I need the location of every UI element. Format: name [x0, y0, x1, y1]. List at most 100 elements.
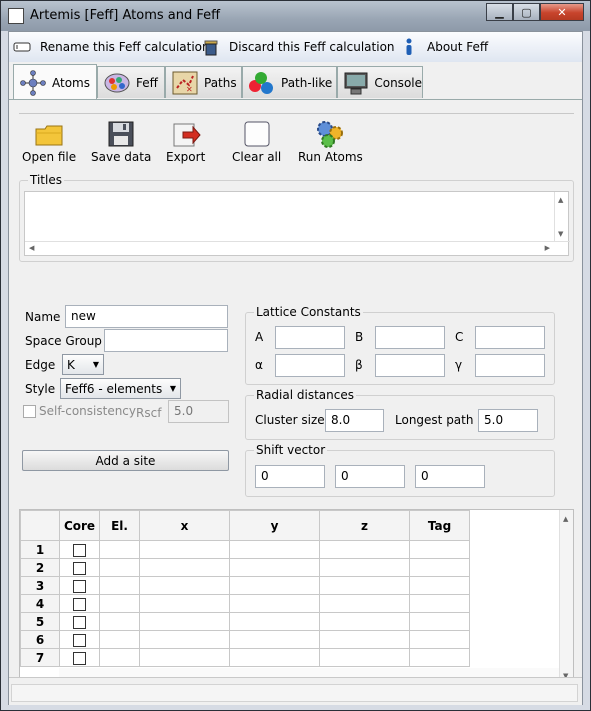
scroll-right-icon[interactable]: ▶ — [545, 244, 550, 252]
core-checkbox[interactable] — [73, 561, 86, 575]
core-cell[interactable] — [59, 630, 100, 649]
table-cell[interactable] — [99, 558, 140, 577]
core-cell[interactable] — [59, 594, 100, 613]
core-checkbox[interactable] — [73, 579, 86, 593]
table-cell[interactable] — [229, 648, 320, 667]
table-cell[interactable] — [139, 540, 230, 559]
table-cell[interactable] — [319, 594, 410, 613]
table-cell[interactable] — [99, 612, 140, 631]
table-cell[interactable] — [229, 612, 320, 631]
run-atoms-button[interactable]: Run Atoms — [298, 118, 363, 164]
table-cell[interactable] — [99, 648, 140, 667]
core-cell[interactable] — [59, 576, 100, 595]
grid-vscrollbar[interactable]: ▲ ▼ — [559, 510, 573, 686]
core-cell[interactable] — [59, 612, 100, 631]
scroll-up-icon[interactable]: ▲ — [558, 196, 563, 204]
table-cell[interactable] — [229, 594, 320, 613]
a-field[interactable] — [275, 326, 345, 349]
table-cell[interactable] — [229, 576, 320, 595]
core-checkbox[interactable] — [73, 597, 86, 611]
table-cell[interactable] — [229, 630, 320, 649]
title-bar[interactable]: Artemis [Feff] Atoms and Feff ▁ ▢ ✕ — [1, 1, 590, 31]
core-checkbox[interactable] — [73, 615, 86, 629]
table-cell[interactable] — [409, 612, 470, 631]
table-cell[interactable] — [319, 648, 410, 667]
table-cell[interactable] — [139, 648, 230, 667]
chevron-down-icon: ▼ — [169, 384, 176, 393]
table-cell[interactable] — [139, 576, 230, 595]
add-site-button[interactable]: Add a site — [22, 450, 229, 471]
table-cell[interactable] — [319, 576, 410, 595]
clear-all-button[interactable]: Clear all — [232, 118, 281, 164]
rscf-field[interactable]: 5.0 — [168, 400, 229, 423]
col-core[interactable]: Core — [59, 510, 100, 541]
maximize-button[interactable]: ▢ — [513, 3, 540, 21]
col-x[interactable]: x — [139, 510, 230, 541]
table-cell[interactable] — [229, 540, 320, 559]
core-checkbox[interactable] — [73, 633, 86, 647]
menu-rename[interactable]: Rename this Feff calculation — [13, 38, 210, 56]
col-z[interactable]: z — [319, 510, 410, 541]
core-checkbox[interactable] — [73, 543, 86, 557]
col-tag[interactable]: Tag — [409, 510, 470, 541]
table-cell[interactable] — [139, 612, 230, 631]
table-cell[interactable] — [409, 648, 470, 667]
titles-vscrollbar[interactable]: ▲ ▼ — [554, 192, 568, 242]
alpha-field[interactable] — [275, 354, 345, 377]
table-cell[interactable] — [319, 630, 410, 649]
scroll-down-icon[interactable]: ▼ — [558, 230, 563, 238]
core-cell[interactable] — [59, 540, 100, 559]
table-cell[interactable] — [229, 558, 320, 577]
titles-textarea[interactable]: ▲ ▼ ◀ ▶ — [24, 191, 570, 256]
table-cell[interactable] — [409, 594, 470, 613]
col-y[interactable]: y — [229, 510, 320, 541]
export-button[interactable]: Export — [166, 118, 205, 164]
menu-about[interactable]: About Feff — [400, 38, 488, 56]
tab-feff[interactable]: Feff — [97, 66, 165, 98]
style-select[interactable]: Feff6 - elements ▼ — [60, 378, 181, 399]
col-element[interactable]: El. — [99, 510, 140, 541]
table-cell[interactable] — [319, 558, 410, 577]
table-cell[interactable] — [409, 540, 470, 559]
close-button[interactable]: ✕ — [540, 3, 584, 21]
longest-path-field[interactable]: 5.0 — [478, 409, 538, 432]
edge-select[interactable]: K ▼ — [62, 354, 104, 375]
c-field[interactable] — [475, 326, 545, 349]
table-cell[interactable] — [319, 612, 410, 631]
scroll-left-icon[interactable]: ◀ — [29, 244, 34, 252]
tab-paths[interactable]: ✕ Paths — [165, 66, 242, 98]
beta-field[interactable] — [375, 354, 445, 377]
core-cell[interactable] — [59, 648, 100, 667]
core-checkbox[interactable] — [73, 651, 86, 665]
menu-discard[interactable]: Discard this Feff calculation — [202, 38, 395, 56]
gamma-field[interactable] — [475, 354, 545, 377]
shift-x-field[interactable]: 0 — [255, 465, 325, 488]
space-group-field[interactable] — [104, 329, 228, 352]
table-cell[interactable] — [139, 594, 230, 613]
table-cell[interactable] — [139, 630, 230, 649]
b-field[interactable] — [375, 326, 445, 349]
self-consistency-checkbox[interactable]: Self-consistency — [23, 404, 136, 418]
shift-z-field[interactable]: 0 — [415, 465, 485, 488]
cluster-size-field[interactable]: 8.0 — [325, 409, 384, 432]
table-cell[interactable] — [409, 576, 470, 595]
save-data-button[interactable]: Save data — [91, 118, 151, 164]
table-cell[interactable] — [99, 576, 140, 595]
name-field[interactable]: new — [65, 305, 228, 328]
open-file-button[interactable]: Open file — [22, 118, 76, 164]
tab-console[interactable]: Console — [337, 66, 423, 98]
titles-hscrollbar[interactable]: ◀ ▶ — [25, 241, 570, 255]
minimize-button[interactable]: ▁ — [486, 3, 513, 21]
table-cell[interactable] — [99, 594, 140, 613]
tab-path-like[interactable]: Path-like — [242, 66, 337, 98]
scroll-up-icon[interactable]: ▲ — [563, 515, 568, 523]
tab-atoms[interactable]: Atoms — [13, 64, 97, 100]
table-cell[interactable] — [409, 558, 470, 577]
core-cell[interactable] — [59, 558, 100, 577]
table-cell[interactable] — [139, 558, 230, 577]
table-cell[interactable] — [409, 630, 470, 649]
table-cell[interactable] — [99, 540, 140, 559]
table-cell[interactable] — [319, 540, 410, 559]
table-cell[interactable] — [99, 630, 140, 649]
shift-y-field[interactable]: 0 — [335, 465, 405, 488]
